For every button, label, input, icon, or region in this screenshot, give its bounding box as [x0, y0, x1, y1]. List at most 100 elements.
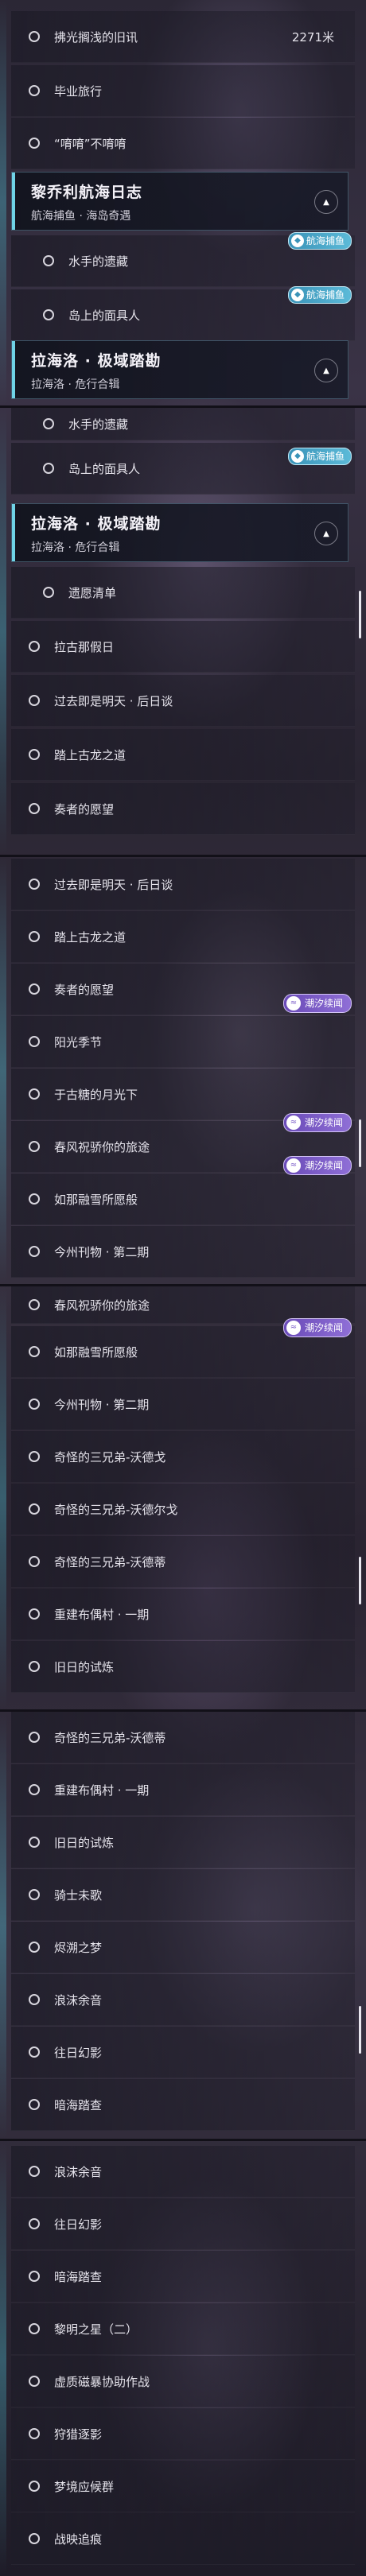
ring-icon [29, 1246, 40, 1257]
quest-row[interactable]: 踏上古龙之道 [11, 729, 355, 781]
quest-label: 奏者的愿望 [54, 801, 115, 817]
quest-label: 重建布偶村 · 一期 [54, 1783, 150, 1798]
quest-label: 旧日的试炼 [54, 1835, 115, 1850]
quest-label: 战映追痕 [54, 2531, 103, 2547]
header-accent [12, 341, 15, 398]
quest-label: 暗海踏查 [54, 2269, 103, 2284]
ring-icon [29, 1661, 40, 1672]
quest-row[interactable]: 今州刊物 · 第二期 [11, 1379, 355, 1430]
quest-row[interactable]: 奇怪的三兄弟-沃德蒂 [11, 1536, 355, 1588]
ring-icon [29, 1942, 40, 1953]
ring-icon [29, 2481, 40, 2492]
quest-row[interactable]: “唷唷”不唷唷 [11, 118, 355, 169]
ring-icon [29, 2428, 40, 2439]
ring-icon [29, 2323, 40, 2334]
quest-label: 浪沫余音 [54, 1992, 103, 2008]
badge-label: 潮汐续闻 [304, 1160, 343, 1171]
wave-icon: ≈ [286, 1158, 301, 1173]
quest-row[interactable]: 奇怪的三兄弟-沃德蒂 [11, 1712, 355, 1763]
quest-row[interactable]: 浪沫余音 [11, 1974, 355, 2026]
quest-label: 暗海踏查 [54, 2097, 103, 2112]
quest-label: 奇怪的三兄弟-沃德蒂 [54, 1554, 166, 1569]
quest-row[interactable]: 毕业旅行 [11, 65, 355, 117]
quest-row[interactable]: 暗海踏查 [11, 2079, 355, 2131]
screenshot-2: 水手的遗藏 岛上的面具人 ◆ 航海捕鱼 拉海洛 · 极域踏勘 拉海洛 · 危行合… [0, 408, 366, 855]
quest-row[interactable]: 过去即是明天 · 后日谈 [11, 859, 355, 910]
ring-icon [43, 587, 54, 598]
quest-row[interactable]: 奇怪的三兄弟-沃德戈 [11, 1431, 355, 1483]
quest-label: “唷唷”不唷唷 [54, 136, 127, 151]
quest-group-header[interactable]: 拉海洛 · 极域踏勘 拉海洛 · 危行合辑 ▲ [11, 340, 348, 399]
quest-label: 阳光季节 [54, 1034, 103, 1049]
ring-icon [29, 85, 40, 96]
event-badge: ≈ 潮汐续闻 [282, 994, 352, 1013]
header-accent [12, 173, 15, 230]
quest-row[interactable]: 虚质磁暴协助作战 [11, 2356, 355, 2407]
badge-label: 航海捕鱼 [306, 289, 345, 301]
quest-label: 岛上的面具人 [68, 461, 141, 476]
quest-label: 于古糖的月光下 [54, 1087, 138, 1102]
chevron-up-icon[interactable]: ▲ [314, 190, 338, 214]
quest-row[interactable]: 阳光季节 [11, 1016, 355, 1068]
scrollbar-thumb[interactable] [359, 1119, 361, 1167]
ring-icon [29, 1503, 40, 1515]
ring-icon [43, 418, 54, 429]
quest-row[interactable]: 狩猎逐影 [11, 2408, 355, 2460]
quest-row[interactable]: 旧日的试炼 [11, 1641, 355, 1693]
quest-row[interactable]: 踏上古龙之道 [11, 911, 355, 963]
quest-label: 烬溯之梦 [54, 1940, 103, 1955]
ring-icon [29, 1837, 40, 1848]
ring-icon [29, 1141, 40, 1152]
quest-label: 奏者的愿望 [54, 982, 115, 997]
quest-row[interactable]: 过去即是明天 · 后日谈 [11, 675, 355, 727]
quest-row[interactable]: 梦境应候群 [11, 2461, 355, 2512]
ring-icon [29, 1193, 40, 1205]
quest-label: 毕业旅行 [54, 83, 103, 99]
quest-row[interactable]: 奇怪的三兄弟-沃德尔戈 [11, 1484, 355, 1535]
quest-row[interactable]: 如那融雪所愿般 [11, 1174, 355, 1225]
quest-row[interactable]: 水手的遗藏 [11, 408, 355, 440]
quest-row[interactable]: 拉古那假日 [11, 621, 355, 673]
quest-row[interactable]: 今州刊物 · 第二期 [11, 1226, 355, 1278]
quest-label: 过去即是明天 · 后日谈 [54, 877, 173, 892]
quest-row[interactable]: 黎明之星（二） [11, 2303, 355, 2355]
scrollbar-thumb[interactable] [359, 1557, 361, 1604]
scrollbar-thumb[interactable] [359, 2006, 361, 2054]
quest-label: 水手的遗藏 [68, 254, 129, 269]
quest-row[interactable]: 旧日的试炼 [11, 1817, 355, 1868]
wave-icon: ≈ [286, 1115, 301, 1130]
scrollbar-thumb[interactable] [359, 591, 361, 638]
quest-label: 拂光搁浅的旧讯 [54, 29, 138, 45]
chevron-up-icon[interactable]: ▲ [314, 522, 338, 545]
screenshot-5: 奇怪的三兄弟-沃德蒂 重建布偶村 · 一期 旧日的试炼 骑士未歌 烬溯之梦 浪沫… [0, 1712, 366, 2139]
ring-icon [29, 1994, 40, 2005]
fish-icon: ◆ [290, 235, 304, 247]
quest-label: 浪沫余音 [54, 2164, 103, 2179]
badge-label: 航海捕鱼 [306, 451, 345, 462]
ring-icon [29, 931, 40, 942]
quest-row[interactable]: 暗海踏查 [11, 2251, 355, 2302]
quest-row[interactable]: 往日幻影 [11, 2198, 355, 2250]
ring-icon [29, 138, 40, 149]
quest-row[interactable]: 战映追痕 [11, 2513, 355, 2565]
badge-label: 航海捕鱼 [306, 235, 345, 246]
quest-row[interactable]: 浪沫余音 [11, 2146, 355, 2198]
quest-row[interactable]: 奏者的愿望 [11, 783, 355, 835]
quest-row[interactable]: 遗愿清单 [11, 567, 355, 619]
quest-row[interactable]: 拂光搁浅的旧讯 2271米 [11, 11, 355, 63]
header-accent [12, 504, 15, 561]
quest-row[interactable]: 重建布偶村 · 一期 [11, 1764, 355, 1816]
quest-row[interactable]: 骑士未歌 [11, 1869, 355, 1921]
quest-row[interactable]: 往日幻影 [11, 2027, 355, 2078]
quest-label: 岛上的面具人 [68, 308, 141, 323]
quest-group-header[interactable]: 拉海洛 · 极域踏勘 拉海洛 · 危行合辑 ▲ [11, 503, 348, 562]
event-badge: ◆ 航海捕鱼 [287, 232, 352, 250]
quest-row[interactable]: 烬溯之梦 [11, 1922, 355, 1973]
ring-icon [29, 695, 40, 706]
ring-icon [29, 1451, 40, 1462]
screenshot-4: 春风祝骄你的旅途 如那融雪所愿般 ≈ 潮汐续闻 今州刊物 · 第二期 奇怪的三兄… [0, 1286, 366, 1709]
quest-group-header[interactable]: 黎乔利航海日志 航海捕鱼 · 海岛奇遇 ▲ [11, 172, 348, 231]
quest-row[interactable]: 重建布偶村 · 一期 [11, 1589, 355, 1640]
chevron-up-icon[interactable]: ▲ [314, 359, 338, 382]
event-badge: ≈ 潮汐续闻 [282, 1318, 352, 1337]
